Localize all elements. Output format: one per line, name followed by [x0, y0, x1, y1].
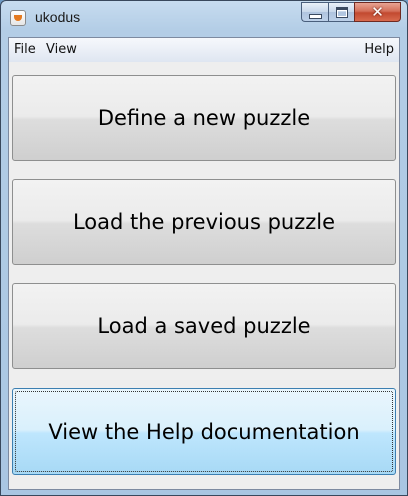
view-help-documentation-button[interactable]: View the Help documentation: [12, 388, 396, 475]
load-previous-puzzle-button[interactable]: Load the previous puzzle: [12, 179, 396, 265]
menu-view[interactable]: View: [46, 42, 77, 57]
define-new-puzzle-button[interactable]: Define a new puzzle: [12, 75, 396, 161]
maximize-icon: [335, 6, 348, 18]
java-cup-icon[interactable]: [10, 10, 26, 26]
menu-bar: File View Help: [9, 38, 399, 62]
close-button[interactable]: ✕: [354, 2, 401, 22]
maximize-button[interactable]: [328, 2, 354, 22]
caption-buttons: ✕: [301, 2, 401, 22]
menu-file[interactable]: File: [14, 42, 36, 57]
content-pane: File View Help Define a new puzzle Load …: [8, 37, 400, 490]
app-window: ukodus ✕ File View Help Define a new puz…: [0, 0, 408, 496]
window-title: ukodus: [35, 9, 81, 25]
menu-help[interactable]: Help: [364, 42, 394, 57]
minimize-icon: [308, 13, 322, 19]
title-bar[interactable]: ukodus ✕: [1, 1, 407, 35]
close-icon: ✕: [371, 2, 384, 21]
load-saved-puzzle-button[interactable]: Load a saved puzzle: [12, 283, 396, 369]
minimize-button[interactable]: [301, 2, 328, 22]
